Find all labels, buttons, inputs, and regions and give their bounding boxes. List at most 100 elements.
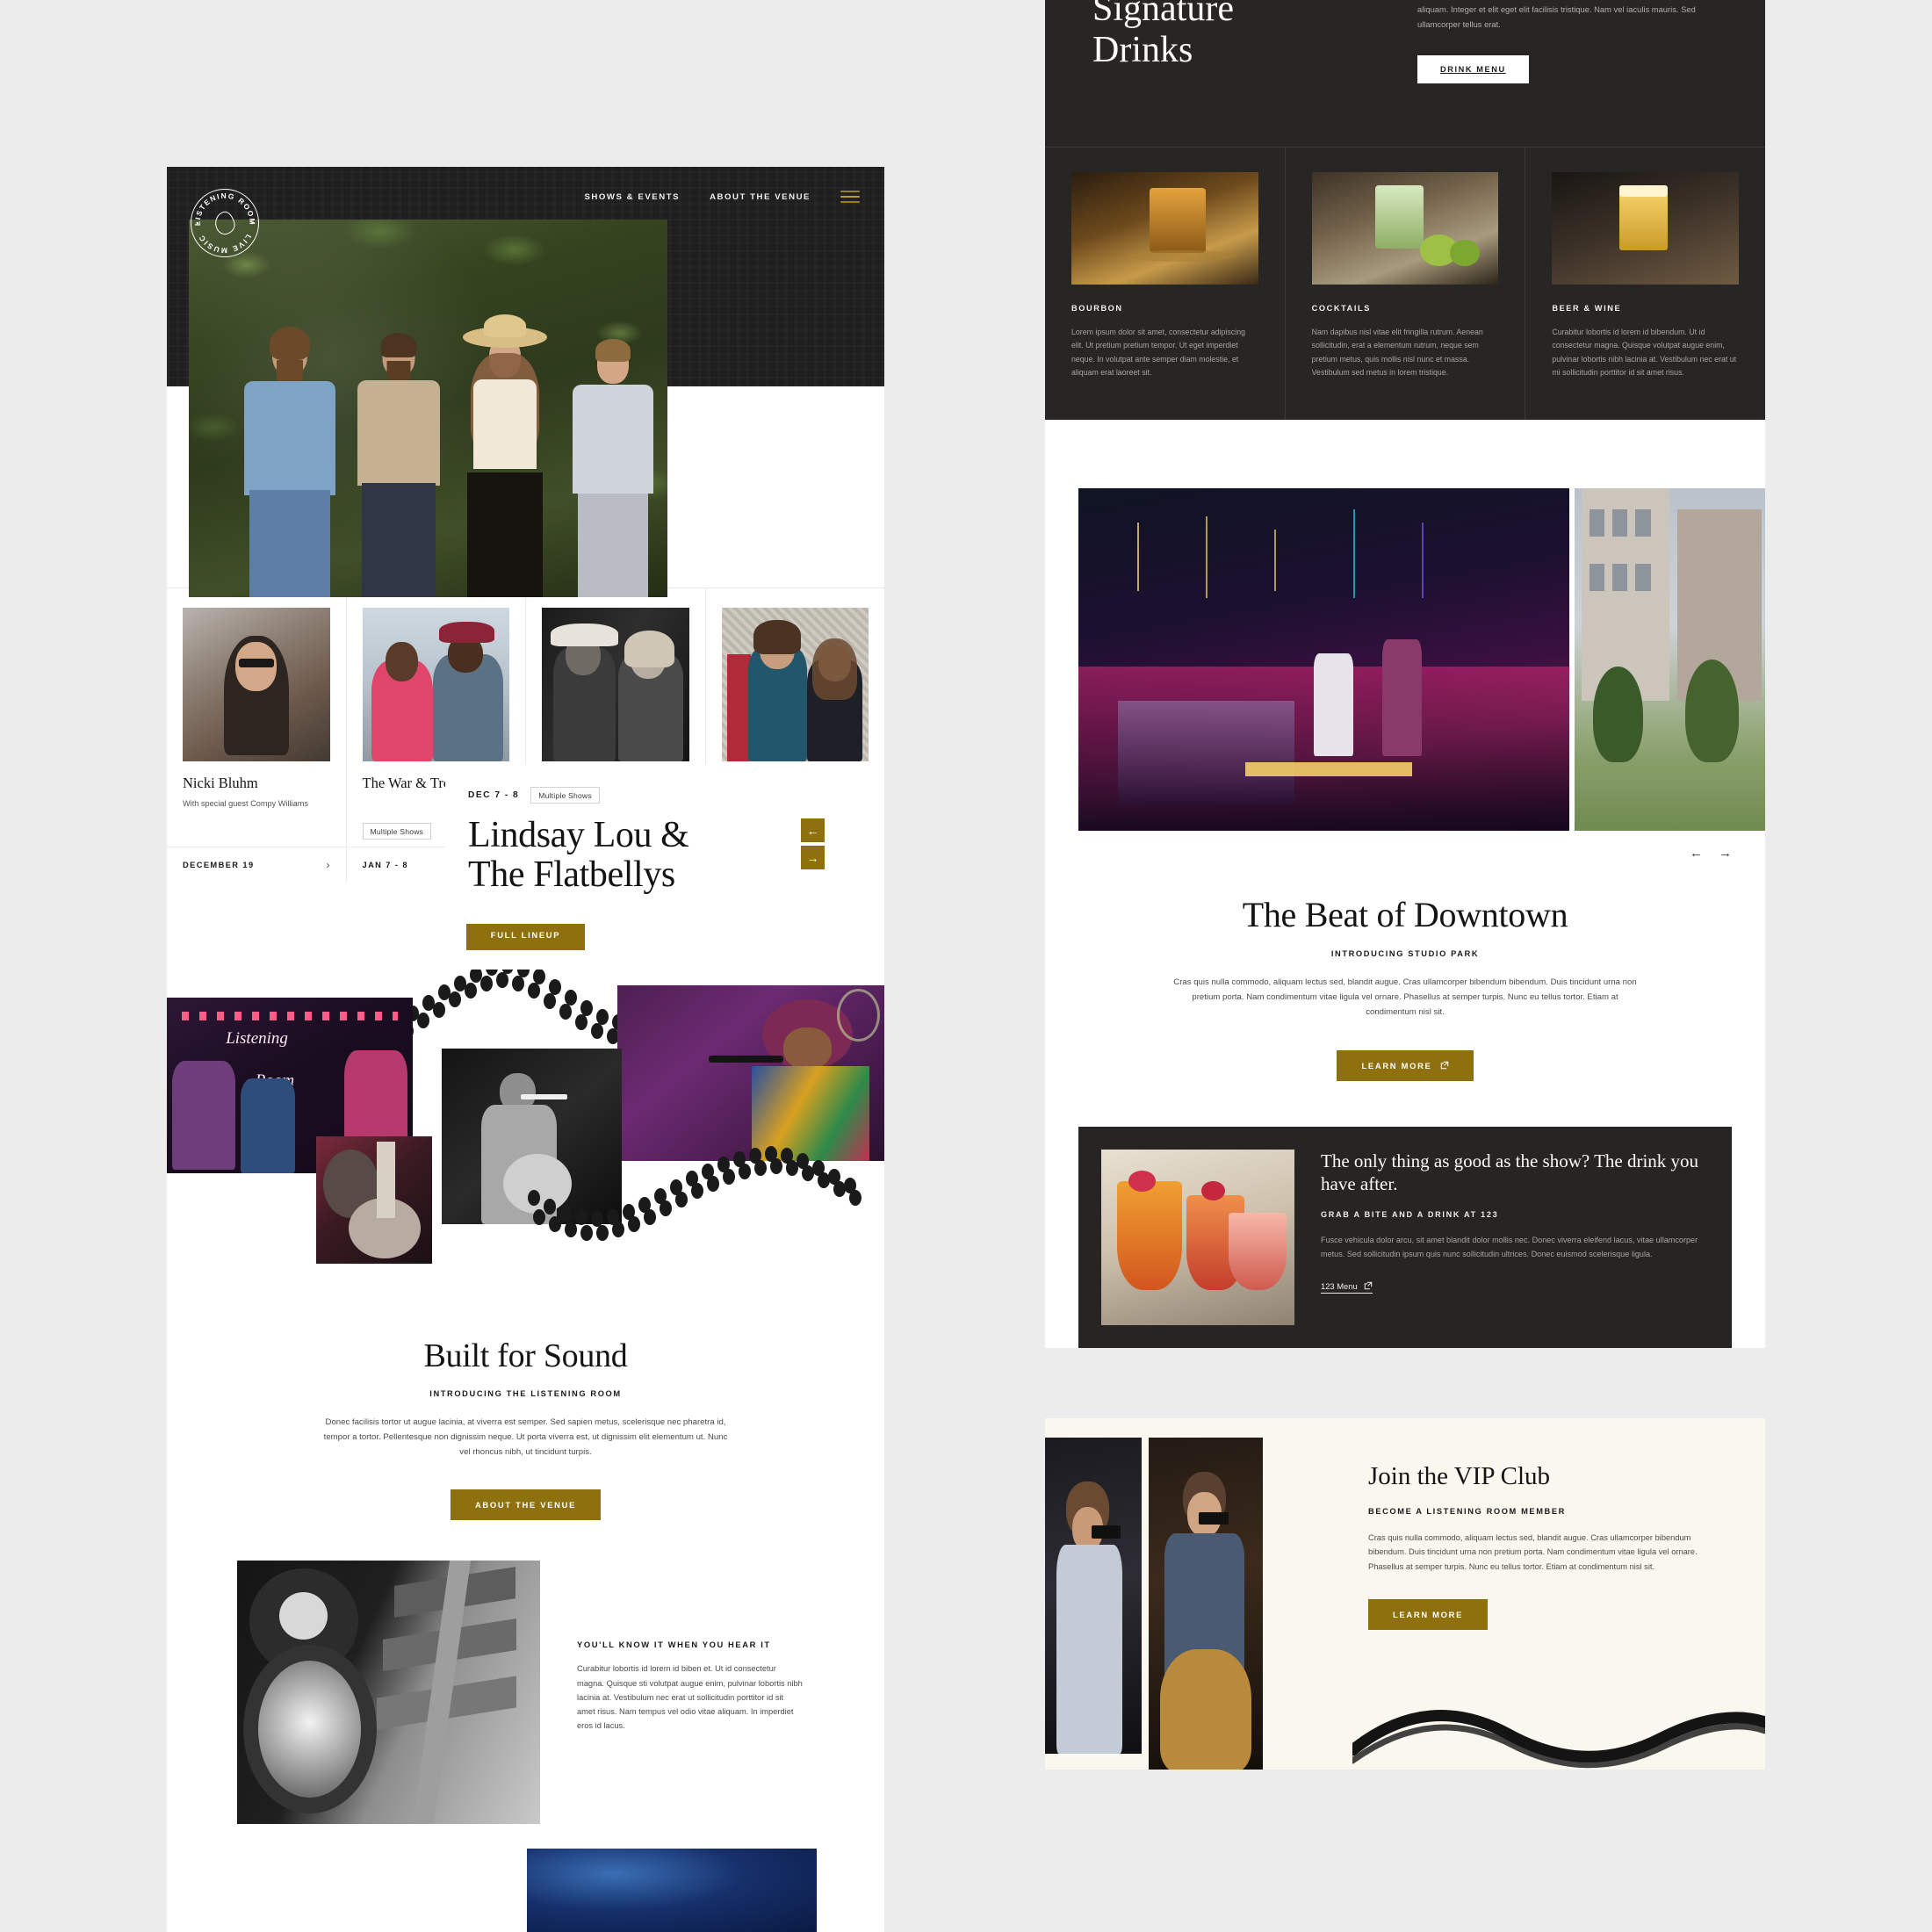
hat-icon — [438, 621, 495, 644]
signature-drinks-content: Our Signature Drinks MIXED EXCEPTIONALLY… — [1045, 0, 1765, 83]
learn-more-button-wrap: LEARN MORE — [1045, 1020, 1765, 1081]
vip-learn-more-button[interactable]: LEARN MORE — [1368, 1598, 1489, 1630]
show-thumbnail — [183, 608, 330, 761]
downtown-learn-more-button[interactable]: LEARN MORE — [1337, 1049, 1474, 1081]
main-nav: SHOWS & EVENTS ABOUT THE VENUE — [584, 191, 860, 203]
show-artist-name: Nicki Bluhm — [183, 775, 258, 791]
sound-feature-text: YOU'LL KNOW IT WHEN YOU HEAR IT Curabitu… — [540, 1561, 804, 1824]
promo-text: The only thing as good as the show? The … — [1321, 1150, 1709, 1325]
venue-exterior-photo — [1574, 488, 1765, 832]
multiple-shows-badge: Multiple Shows — [362, 823, 432, 840]
venue-crowd-photo — [1078, 488, 1569, 832]
vip-club-section: Join the VIP Club BECOME A LISTENING ROO… — [1045, 1417, 1765, 1770]
category-name: COCKTAILS — [1311, 303, 1371, 313]
hero-carousel-arrows: ← → — [801, 818, 825, 869]
about-the-venue-button[interactable]: ABOUT THE VENUE — [450, 1489, 602, 1521]
gallery-next-arrow-icon[interactable]: → — [1719, 846, 1732, 861]
vip-body: Cras quis nulla commodo, aliquam lectus … — [1368, 1532, 1698, 1572]
drink-menu-button-wrap: DRINK MENU — [1417, 54, 1718, 83]
downtown-panel: ← → The Beat of Downtown INTRODUCING STU… — [1045, 420, 1765, 1348]
section-title: Built for Sound — [423, 1337, 628, 1375]
category-name: BEER & WINE — [1552, 303, 1622, 313]
featured-show-date: DEC 7 - 8 — [468, 790, 520, 800]
drink-category-bourbon: BOURBON Lorem ipsum dolor sit amet, cons… — [1045, 147, 1286, 421]
hero-next-arrow-icon[interactable]: → — [801, 846, 825, 869]
signature-drinks-copy: MIXED EXCEPTIONALLY. LIKE THE SHOW. In h… — [1417, 0, 1718, 83]
drinks-title-line2: Signature — [1092, 0, 1234, 30]
band-member — [237, 316, 342, 597]
show-guest: With special guest Compy Williams — [183, 798, 308, 808]
strawberry-garnish-icon — [1201, 1180, 1225, 1200]
collage-photo-purple-singer — [617, 985, 884, 1162]
vip-kicker: BECOME A LISTENING ROOM MEMBER — [1368, 1506, 1566, 1516]
site-header: LISTENING ROOM LIVE MUSIC SHOWS & EVENTS… — [167, 167, 884, 597]
downtown-learn-more-label: LEARN MORE — [1361, 1060, 1432, 1071]
signature-drinks-title: Our Signature Drinks — [1092, 0, 1382, 83]
hamburger-menu-icon[interactable] — [840, 191, 860, 203]
drink-category-cocktails: COCKTAILS Nam dapibus nisl vitae elit fr… — [1286, 147, 1526, 421]
about-venue-button-wrap: ABOUT THE VENUE — [167, 1460, 884, 1521]
nav-item-about-venue[interactable]: ABOUT THE VENUE — [710, 192, 811, 202]
show-thumbnail — [542, 608, 689, 761]
venue-gallery: ← → — [1045, 420, 1765, 861]
vip-photo-vocalist — [1045, 1437, 1142, 1754]
section-body: Donec facilisis tortor ut augue lacinia,… — [323, 1417, 728, 1457]
promo-body: Fusce vehicula dolor arcu, sit amet blan… — [1321, 1235, 1698, 1258]
sunglasses-icon — [238, 658, 274, 668]
brush-wave-decoration — [1352, 1709, 1765, 1768]
collage-photo-drums — [316, 1136, 432, 1265]
cocktails-promo-photo — [1101, 1149, 1294, 1325]
drink-menu-button[interactable]: DRINK MENU — [1417, 54, 1529, 83]
featured-show-card: DEC 7 - 8 Multiple Shows Lindsay Lou & T… — [445, 764, 884, 925]
nav-item-shows-events[interactable]: SHOWS & EVENTS — [584, 192, 680, 202]
homepage-board-left: LISTENING ROOM LIVE MUSIC SHOWS & EVENTS… — [167, 167, 884, 1932]
stage-lights-blue-photo — [527, 1849, 817, 1932]
drink-category-beer-wine: BEER & WINE Curabitur lobortis id lorem … — [1525, 148, 1765, 421]
section-title: The Beat of Downtown — [1242, 895, 1568, 935]
chevron-right-icon: › — [326, 859, 330, 872]
promo-menu-link[interactable]: 123 Menu — [1321, 1281, 1373, 1294]
drink-categories: BOURBON Lorem ipsum dolor sit amet, cons… — [1045, 146, 1765, 421]
promo-heading: The only thing as good as the show? The … — [1321, 1150, 1699, 1194]
promo-menu-link-label: 123 Menu — [1321, 1281, 1358, 1292]
cowboy-hat-icon — [551, 623, 619, 646]
gallery-prev-arrow-icon[interactable]: ← — [1690, 846, 1703, 861]
built-for-sound-section: Built for Sound INTRODUCING THE LISTENIN… — [167, 1268, 884, 1521]
section-kicker: INTRODUCING STUDIO PARK — [1330, 949, 1480, 959]
vip-photo-guitarist — [1149, 1437, 1263, 1770]
signature-drinks-panel: Our Signature Drinks MIXED EXCEPTIONALLY… — [1045, 0, 1765, 421]
category-name: BOURBON — [1071, 303, 1123, 313]
beer-wine-photo — [1552, 171, 1740, 285]
show-thumbnail — [362, 608, 509, 761]
list-item[interactable]: Nicki Bluhm With special guest Compy Wil… — [167, 588, 347, 883]
multiple-shows-badge: Multiple Shows — [530, 787, 600, 804]
external-link-icon — [1440, 1061, 1448, 1070]
featured-show-meta: DEC 7 - 8 Multiple Shows — [445, 787, 884, 804]
drinks-body: In hac habitasse platea dictumst. Vivamu… — [1417, 4, 1696, 29]
homepage-board-right: Our Signature Drinks MIXED EXCEPTIONALLY… — [1045, 0, 1765, 1770]
show-date: DECEMBER 19 — [183, 861, 255, 870]
microphone-icon — [1091, 1525, 1121, 1539]
category-body: Nam dapibus nisl vitae elit fringilla ru… — [1311, 327, 1483, 377]
category-body: Curabitur lobortis id lorem id bibendum.… — [1552, 327, 1737, 377]
dotted-wave-decoration — [528, 1146, 861, 1242]
svg-text:LIVE MUSIC: LIVE MUSIC — [197, 233, 254, 255]
strawberry-garnish-icon — [1128, 1170, 1156, 1192]
screenshot-stage: LISTENING ROOM LIVE MUSIC SHOWS & EVENTS… — [0, 0, 1932, 1932]
band-member — [566, 318, 660, 597]
vip-photos — [1045, 1437, 1263, 1770]
full-lineup-button[interactable]: FULL LINEUP — [465, 919, 586, 951]
vip-title: Join the VIP Club — [1368, 1461, 1551, 1490]
sound-feature-body: Curabitur lobortis id lorem id biben et.… — [577, 1664, 803, 1731]
drinks-title-line3: Drinks — [1092, 30, 1193, 71]
hero-band-photo — [189, 220, 667, 597]
show-card-footer[interactable]: DECEMBER 19 › — [167, 847, 346, 883]
listening-room-logo[interactable]: LISTENING ROOM LIVE MUSIC — [191, 189, 259, 257]
microphone-icon — [708, 1056, 784, 1063]
show-thumbnail — [721, 608, 869, 761]
hero-prev-arrow-icon[interactable]: ← — [801, 818, 825, 842]
vip-club-copy: Join the VIP Club BECOME A LISTENING ROO… — [1368, 1462, 1702, 1630]
microphone-icon — [1199, 1512, 1229, 1525]
external-link-icon — [1364, 1281, 1373, 1292]
microphone-icon — [521, 1094, 568, 1100]
